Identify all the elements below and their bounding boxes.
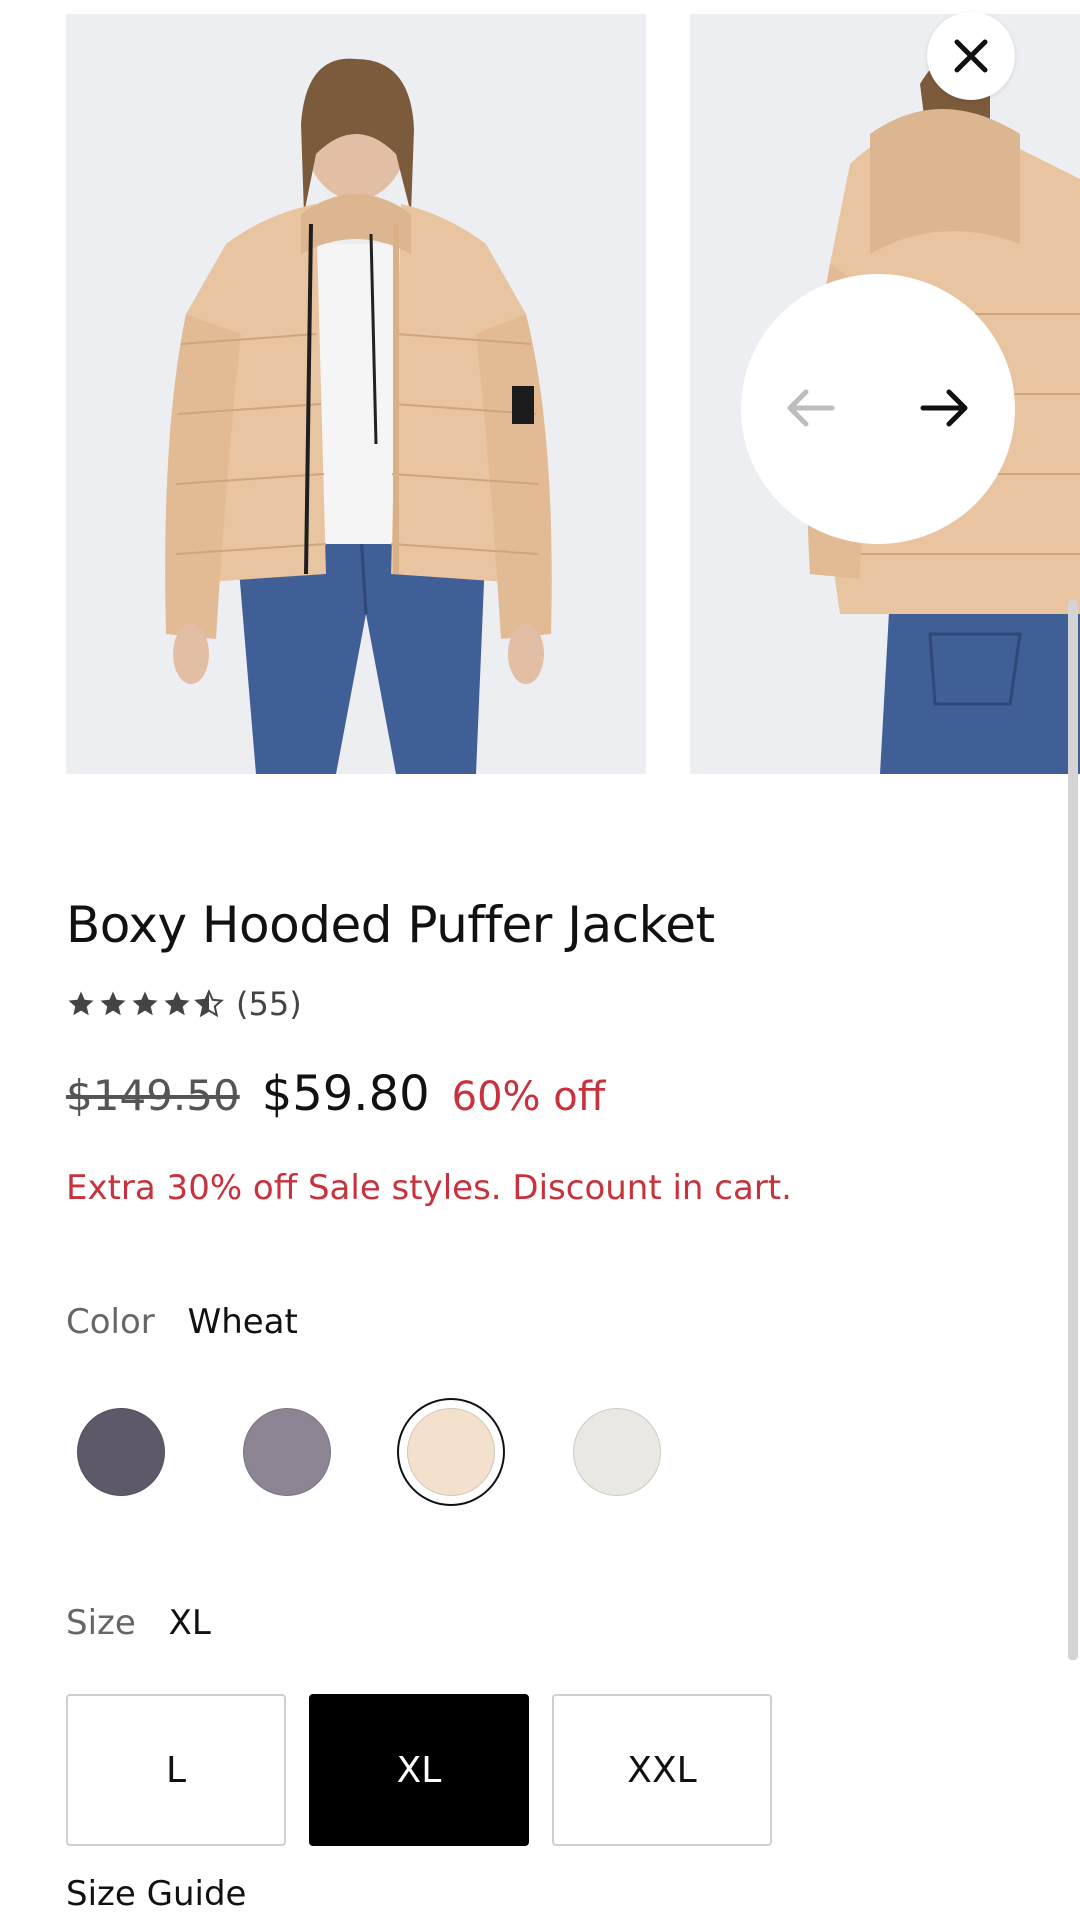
size-key: Size xyxy=(66,1603,136,1643)
color-value: Wheat xyxy=(187,1302,298,1342)
sale-price: $59.80 xyxy=(261,1066,430,1122)
star-full-icon xyxy=(100,991,126,1016)
price-row: $149.50 $59.80 60% off xyxy=(66,1066,605,1122)
star-full-icon xyxy=(68,991,94,1016)
color-swatch[interactable] xyxy=(77,1408,165,1496)
star-half-icon xyxy=(194,989,224,1018)
size-guide-link[interactable]: Size Guide xyxy=(66,1874,246,1914)
arrow-right-icon xyxy=(920,389,968,427)
close-icon xyxy=(954,39,988,73)
original-price: $149.50 xyxy=(66,1071,240,1120)
close-button[interactable] xyxy=(927,12,1015,100)
review-count: (55) xyxy=(236,985,302,1023)
size-value: XL xyxy=(168,1603,211,1643)
discount-percent: 60% off xyxy=(451,1074,606,1120)
color-swatch[interactable] xyxy=(243,1408,331,1496)
star-full-icon xyxy=(164,991,190,1016)
product-title: Boxy Hooded Puffer Jacket xyxy=(66,896,715,954)
product-image-front[interactable] xyxy=(66,14,646,774)
size-option-xxl[interactable]: XXL xyxy=(552,1694,772,1846)
color-label: Color Wheat xyxy=(66,1302,298,1342)
next-image-button[interactable] xyxy=(915,378,975,438)
scrollbar[interactable] xyxy=(1068,600,1078,1660)
previous-image-button[interactable] xyxy=(780,378,840,438)
rating-stars xyxy=(66,989,224,1019)
color-swatch[interactable] xyxy=(573,1408,661,1496)
product-image-front-illustration xyxy=(66,14,646,774)
product-rating[interactable]: (55) xyxy=(66,985,302,1023)
color-swatch-selected[interactable] xyxy=(407,1408,495,1496)
color-key: Color xyxy=(66,1302,155,1342)
size-option-l[interactable]: L xyxy=(66,1694,286,1846)
product-gallery xyxy=(0,0,1080,790)
size-label: Size XL xyxy=(66,1603,211,1643)
star-full-icon xyxy=(132,991,158,1016)
promo-message: Extra 30% off Sale styles. Discount in c… xyxy=(66,1168,792,1208)
arrow-left-icon xyxy=(787,389,835,427)
size-option-xl[interactable]: XL xyxy=(309,1694,529,1846)
